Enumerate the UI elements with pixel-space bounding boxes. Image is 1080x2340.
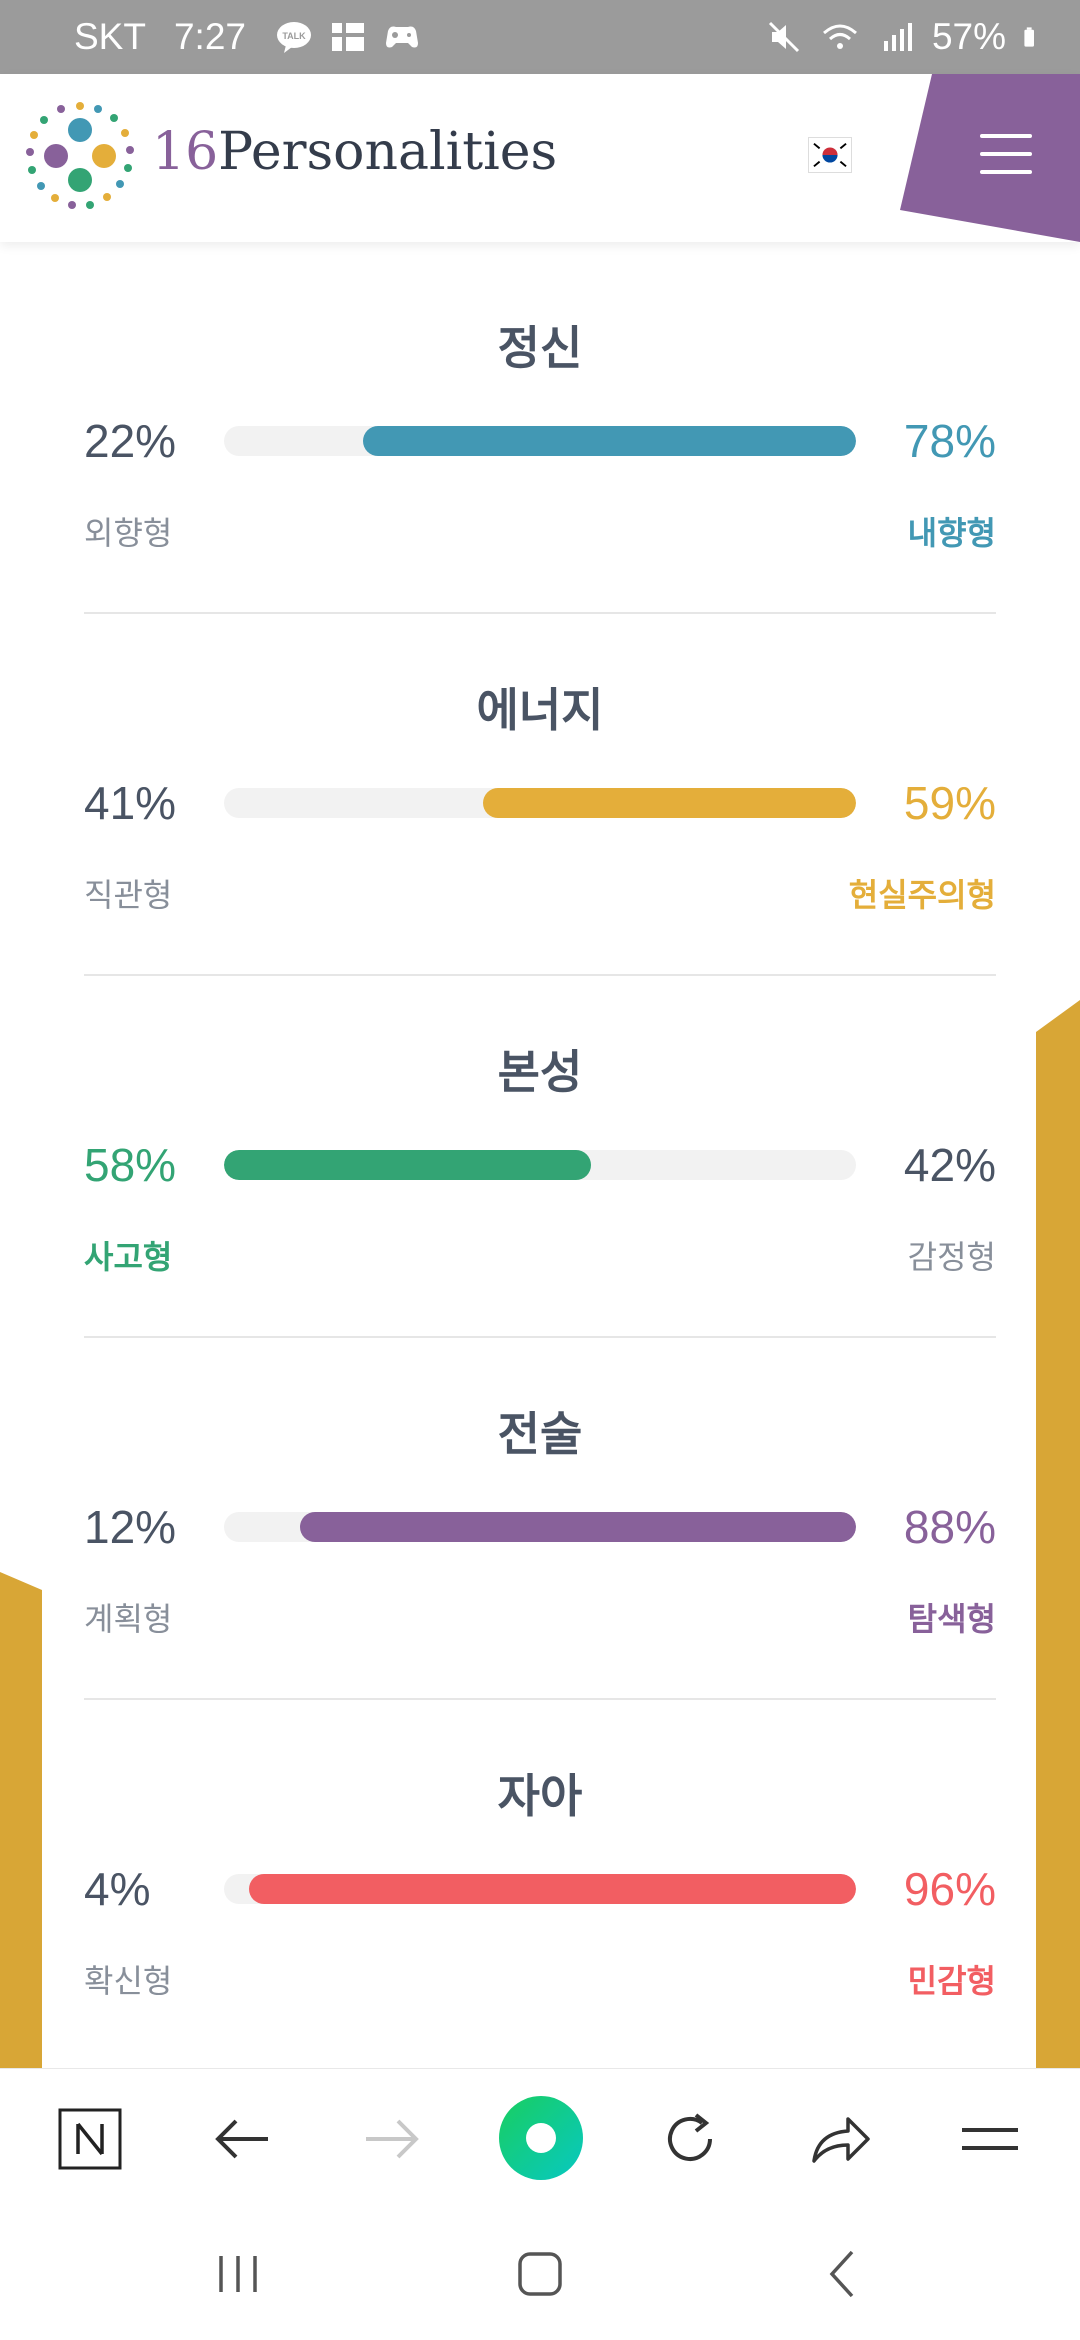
menu-lines-icon[interactable] — [954, 2103, 1026, 2175]
right-label: 민감형 — [907, 1962, 996, 2000]
trait-bar — [224, 1874, 856, 1904]
trait-bar — [224, 426, 856, 456]
trait-energy: 에너지 41% 59% 직관형 현실주의형 — [84, 604, 996, 966]
trait-bar — [224, 788, 856, 818]
home-icon[interactable] — [510, 2244, 570, 2304]
notification-icons: TALK — [274, 17, 422, 57]
left-percent: 22% — [84, 415, 177, 467]
korea-flag-icon[interactable] — [808, 137, 852, 173]
right-percent: 42% — [903, 1139, 996, 1191]
trait-bar — [224, 1150, 856, 1180]
recent-apps-icon[interactable] — [208, 2244, 268, 2304]
battery-percent: 57% — [931, 16, 1006, 57]
trait-bar-fill — [249, 1874, 856, 1904]
status-right: 57% — [764, 0, 1046, 74]
right-gold-decoration — [1036, 1000, 1080, 2068]
logo-wordmark[interactable]: 16Personalities — [152, 122, 557, 182]
share-icon[interactable] — [804, 2103, 876, 2175]
hamburger-menu-icon[interactable] — [980, 134, 1032, 174]
signal-icon — [883, 23, 912, 51]
refresh-icon[interactable] — [654, 2103, 726, 2175]
right-label: 탐색형 — [907, 1600, 996, 1638]
right-percent: 78% — [903, 415, 996, 467]
carrier-label: SKT — [74, 16, 146, 57]
left-label: 확신형 — [84, 1962, 173, 2000]
trait-tactics: 전술 12% 88% 계획형 탐색형 — [84, 1328, 996, 1690]
menu-line — [980, 134, 1032, 138]
home-green-circle-icon[interactable] — [496, 2093, 586, 2183]
menu-line — [980, 170, 1032, 174]
logo-word: Personalities — [218, 122, 558, 182]
left-label: 외향형 — [84, 514, 173, 552]
battery-icon — [1024, 27, 1034, 47]
left-label: 직관형 — [84, 876, 173, 914]
trait-title: 전술 — [497, 1407, 583, 1461]
trait-bar-fill — [483, 788, 856, 818]
left-percent: 41% — [84, 777, 177, 829]
trait-bar — [224, 1512, 856, 1542]
left-percent: 12% — [84, 1501, 177, 1553]
trait-bar-fill — [363, 426, 856, 456]
trait-mind: 정신 22% 78% 외향형 내향형 — [84, 242, 996, 604]
wifi-icon — [822, 24, 857, 49]
trait-title: 본성 — [497, 1045, 583, 1099]
status-left: SKT 7:27 TALK — [74, 0, 422, 74]
site-header: 16Personalities — [0, 74, 1080, 242]
logo-number: 16 — [152, 122, 219, 182]
trait-title: 정신 — [497, 321, 583, 375]
right-label: 내향형 — [907, 514, 996, 552]
menu-line — [980, 152, 1032, 156]
widget-app-icon — [331, 23, 364, 51]
mute-icon — [768, 21, 799, 53]
status-bar: SKT 7:27 TALK 57% — [0, 0, 1080, 74]
trait-nature: 본성 58% 42% 사고형 감정형 — [84, 966, 996, 1328]
left-label: 사고형 — [84, 1238, 173, 1276]
trait-identity: 자아 4% 96% 확신형 민감형 — [84, 1690, 996, 2052]
back-arrow-icon[interactable] — [206, 2103, 278, 2175]
naver-n-icon[interactable] — [54, 2103, 126, 2175]
trait-bar-fill — [224, 1150, 591, 1180]
back-icon[interactable] — [812, 2244, 872, 2304]
right-label: 감정형 — [907, 1238, 996, 1276]
game-controller-icon — [385, 26, 418, 48]
svg-text:TALK: TALK — [282, 31, 306, 41]
forward-arrow-icon[interactable] — [356, 2103, 428, 2175]
system-navigation-bar — [0, 2208, 1080, 2340]
trait-title: 자아 — [497, 1769, 583, 1823]
16personalities-logo-icon[interactable] — [24, 100, 136, 212]
trait-title: 에너지 — [476, 683, 604, 737]
left-gold-decoration — [0, 1572, 42, 2068]
right-percent: 88% — [903, 1501, 996, 1553]
left-percent: 58% — [84, 1139, 177, 1191]
left-percent: 4% — [84, 1863, 151, 1915]
browser-toolbar — [0, 2068, 1080, 2208]
right-percent: 59% — [903, 777, 996, 829]
right-percent: 96% — [903, 1863, 996, 1915]
left-label: 계획형 — [84, 1600, 173, 1638]
right-label: 현실주의형 — [848, 876, 996, 914]
trait-bar-fill — [299, 1512, 856, 1542]
clock-time: 7:27 — [173, 16, 246, 57]
kakaotalk-icon: TALK — [276, 22, 311, 53]
